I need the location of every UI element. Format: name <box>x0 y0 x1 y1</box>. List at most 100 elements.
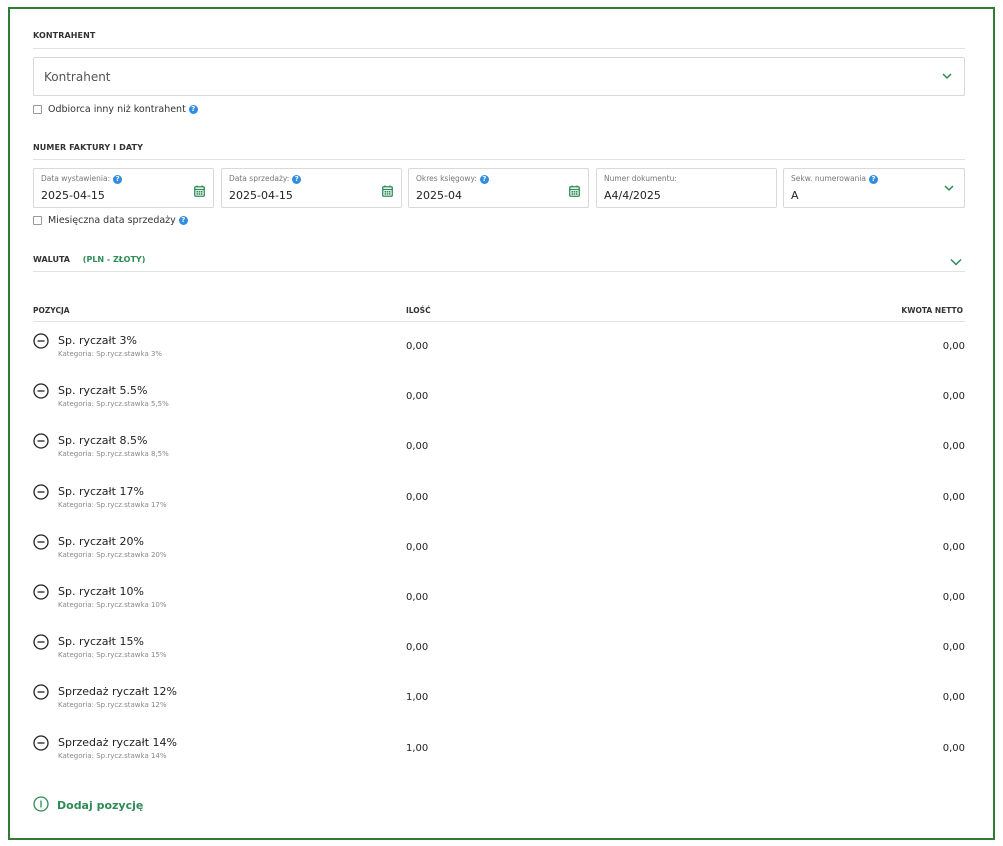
calendar-icon[interactable] <box>382 182 393 201</box>
position-net-amount: 0,00 <box>942 341 965 352</box>
numbering-sequence-select[interactable]: Sekw. numerowania? A <box>783 168 965 208</box>
accounting-period-field[interactable]: Okres księgowy:? 2025-04 <box>408 168 589 208</box>
monthly-sale-date-checkbox[interactable] <box>33 216 42 225</box>
position-category: Kategoria: Sp.rycz.stawka 15% <box>58 651 167 660</box>
table-row[interactable]: Sprzedaż ryczałt 14% Kategoria: Sp.rycz.s… <box>33 733 965 783</box>
table-row[interactable]: Sp. ryczałt 15% Kategoria: Sp.rycz.stawka… <box>33 632 965 682</box>
remove-circle-icon[interactable] <box>33 634 49 654</box>
issue-date-value: 2025-04-15 <box>41 189 105 202</box>
position-category: Kategoria: Sp.rycz.stawka 14% <box>58 751 167 760</box>
position-name: Sp. ryczałt 8.5% <box>58 434 148 448</box>
chevron-down-icon[interactable] <box>950 258 962 266</box>
table-row[interactable]: Sp. ryczałt 17% Kategoria: Sp.rycz.stawka… <box>33 482 965 532</box>
position-net-amount: 0,00 <box>942 541 965 553</box>
position-quantity: 0,00 <box>406 391 429 403</box>
divider <box>33 48 965 49</box>
table-row[interactable]: Sp. ryczałt 8.5% Kategoria: Sp.rycz.stawk… <box>33 431 965 481</box>
position-quantity: 1,00 <box>406 692 429 704</box>
remove-circle-icon[interactable] <box>33 333 49 353</box>
document-number-field[interactable]: Numer dokumentu: A4/4/2025 <box>596 168 777 208</box>
position-column-header: POZYCJA <box>33 306 70 315</box>
calendar-icon[interactable] <box>569 182 580 201</box>
info-icon[interactable]: ? <box>188 105 198 114</box>
monthly-sale-date-label: Miesięczna data sprzedaży <box>48 215 176 226</box>
add-position-button[interactable]: Dodaj pozycję <box>33 796 143 815</box>
info-icon[interactable]: ? <box>869 174 879 184</box>
position-name: Sp. ryczałt 17% <box>58 484 144 498</box>
divider <box>33 159 965 160</box>
remove-circle-icon[interactable] <box>33 483 49 504</box>
position-net-amount: 0,00 <box>942 441 965 453</box>
accounting-period-value: 2025-04 <box>416 189 462 202</box>
add-position-label: Dodaj pozycję <box>57 799 144 812</box>
sale-date-field[interactable]: Data sprzedaży:? 2025-04-15 <box>221 168 402 208</box>
position-quantity: 0,00 <box>406 441 429 453</box>
position-quantity: 0,00 <box>406 642 429 654</box>
position-name: Sp. ryczałt 20% <box>58 534 144 548</box>
invoice-section-title: NUMER FAKTURY I DATY <box>33 143 143 152</box>
remove-circle-icon[interactable] <box>33 684 49 704</box>
document-number-value: A4/4/2025 <box>604 189 661 202</box>
table-row[interactable]: Sp. ryczałt 3% Kategoria: Sp.rycz.stawka … <box>33 331 965 381</box>
table-row[interactable]: Sprzedaż ryczałt 12% Kategoria: Sp.rycz.s… <box>33 682 965 732</box>
position-category: Kategoria: Sp.rycz.stawka 20% <box>58 550 167 559</box>
position-name: Sprzedaż ryczałt 12% <box>58 685 178 699</box>
position-net-amount: 0,00 <box>942 692 965 704</box>
position-net-amount: 0,00 <box>942 742 965 754</box>
accounting-period-label: Okres księgowy: <box>416 174 477 183</box>
position-category: Kategoria: Sp.rycz.stawka 3% <box>58 350 163 358</box>
table-row[interactable]: Sp. ryczałt 10% Kategoria: Sp.rycz.stawka… <box>33 582 965 632</box>
position-quantity: 1,00 <box>406 742 429 754</box>
remove-circle-icon[interactable] <box>33 534 49 554</box>
position-quantity: 0,00 <box>406 592 429 603</box>
position-name: Sp. ryczałt 5.5% <box>58 384 148 398</box>
position-quantity: 0,00 <box>406 491 429 503</box>
numbering-sequence-label: Sekw. numerowania <box>791 174 867 183</box>
remove-circle-icon[interactable] <box>33 383 49 403</box>
chevron-down-icon[interactable] <box>944 184 954 192</box>
position-name: Sp. ryczałt 10% <box>58 585 144 598</box>
issue-date-field[interactable]: Data wystawienia:? 2025-04-15 <box>33 168 214 208</box>
contractor-select[interactable]: Kontrahent <box>33 57 965 96</box>
sale-date-value: 2025-04-15 <box>229 189 293 202</box>
position-name: Sp. ryczałt 3% <box>58 334 137 347</box>
table-row[interactable]: Sp. ryczałt 20% Kategoria: Sp.rycz.stawka… <box>33 532 965 582</box>
info-icon[interactable]: ? <box>178 216 188 225</box>
issue-date-label: Data wystawienia: <box>41 174 111 183</box>
numbering-sequence-value: A <box>791 189 799 202</box>
invoice-form: KONTRAHENT Kontrahent Odbiorca inny niż … <box>8 7 995 840</box>
position-name: Sp. ryczałt 15% <box>58 635 144 649</box>
remove-circle-icon[interactable] <box>33 433 49 453</box>
recipient-checkbox-row[interactable]: Odbiorca inny niż kontrahent ? <box>33 104 198 115</box>
monthly-sale-date-row[interactable]: Miesięczna data sprzedaży ? <box>33 215 188 226</box>
position-net-amount: 0,00 <box>942 491 965 503</box>
remove-circle-icon[interactable] <box>33 734 49 755</box>
currency-label: WALUTA <box>33 255 70 264</box>
position-quantity: 0,00 <box>406 341 429 352</box>
position-net-amount: 0,00 <box>942 592 965 603</box>
info-icon[interactable]: ? <box>113 174 123 184</box>
add-circle-icon <box>33 796 49 815</box>
net-amount-column-header: KWOTA NETTO <box>901 306 963 315</box>
sale-date-label: Data sprzedaży: <box>229 174 290 183</box>
recipient-checkbox[interactable] <box>33 105 42 114</box>
chevron-down-icon <box>942 72 952 80</box>
position-category: Kategoria: Sp.rycz.stawka 12% <box>58 701 167 710</box>
info-icon[interactable]: ? <box>479 174 489 184</box>
position-net-amount: 0,00 <box>942 391 965 403</box>
currency-section[interactable]: WALUTA (PLN - ZŁOTY) <box>33 255 145 264</box>
position-category: Kategoria: Sp.rycz.stawka 10% <box>58 601 167 609</box>
position-category: Kategoria: Sp.rycz.stawka 5,5% <box>58 400 169 409</box>
position-quantity: 0,00 <box>406 541 429 553</box>
position-category: Kategoria: Sp.rycz.stawka 8,5% <box>58 450 169 459</box>
contractor-select-placeholder: Kontrahent <box>44 70 111 84</box>
position-name: Sprzedaż ryczałt 14% <box>58 735 178 749</box>
remove-circle-icon[interactable] <box>33 584 49 604</box>
position-net-amount: 0,00 <box>942 642 965 654</box>
table-row[interactable]: Sp. ryczałt 5.5% Kategoria: Sp.rycz.stawk… <box>33 381 965 431</box>
info-icon[interactable]: ? <box>292 174 302 184</box>
contractor-section-title: KONTRAHENT <box>33 31 96 40</box>
currency-value: (PLN - ZŁOTY) <box>82 255 146 264</box>
calendar-icon[interactable] <box>194 182 205 201</box>
position-category: Kategoria: Sp.rycz.stawka 17% <box>58 500 167 509</box>
